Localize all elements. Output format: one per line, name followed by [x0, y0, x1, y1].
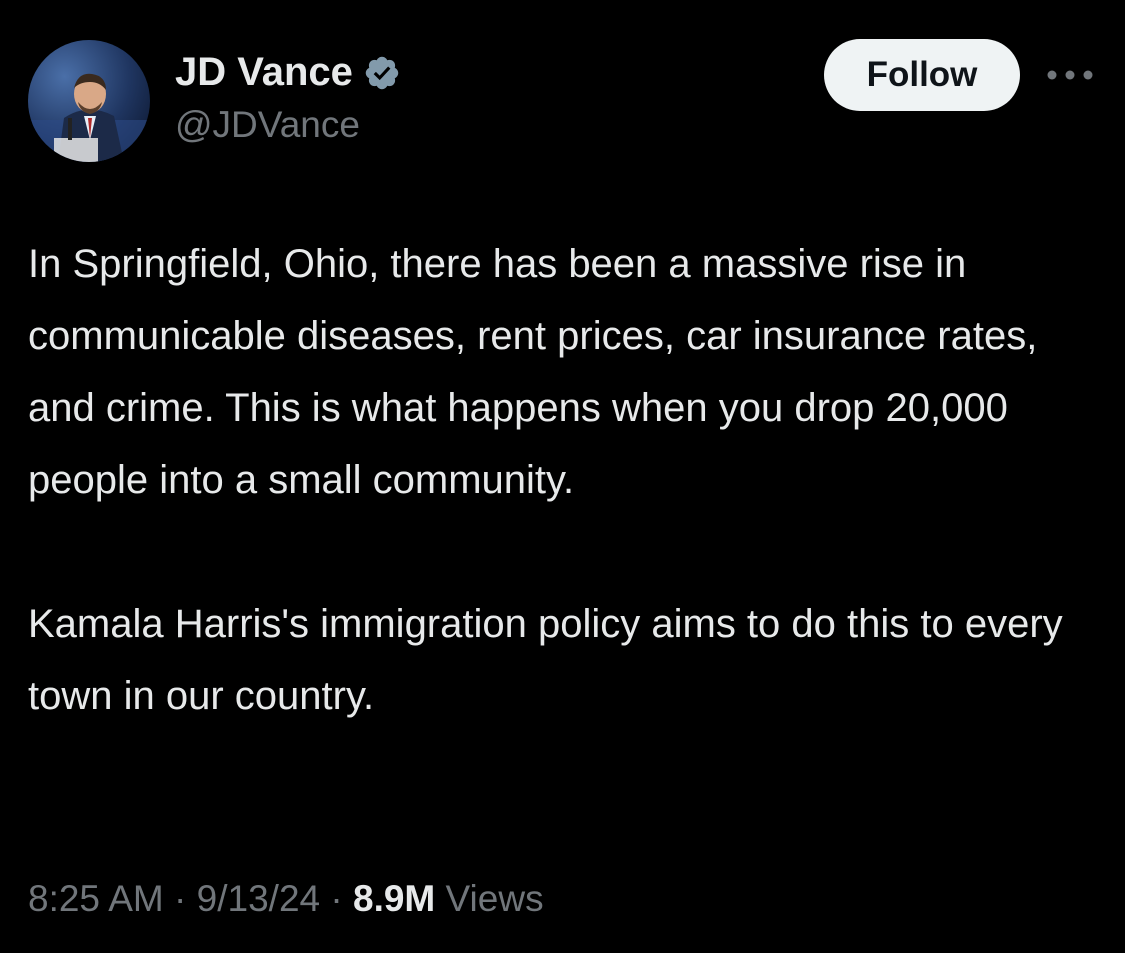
display-name-text: JD Vance [175, 50, 353, 94]
views-count[interactable]: 8.9M [353, 878, 435, 919]
meta-separator: · [330, 878, 343, 919]
more-horizontal-icon[interactable] [1044, 58, 1096, 92]
tweet-meta: 8:25 AM · 9/13/24 · 8.9M Views [28, 878, 544, 920]
avatar[interactable] [28, 40, 150, 162]
follow-button[interactable]: Follow [824, 39, 1020, 111]
verified-badge-icon[interactable] [363, 54, 401, 92]
tweet-date[interactable]: 9/13/24 [197, 878, 320, 919]
avatar-photo [28, 40, 150, 162]
meta-separator: · [174, 878, 187, 919]
tweet-paragraph-1: In Springfield, Ohio, there has been a m… [28, 242, 1038, 502]
display-name[interactable]: JD Vance [175, 50, 401, 95]
tweet-time[interactable]: 8:25 AM [28, 878, 164, 919]
tweet-paragraph-2: Kamala Harris's immigration policy aims … [28, 602, 1063, 718]
author-handle[interactable]: @JDVance [175, 104, 360, 146]
tweet-text: In Springfield, Ohio, there has been a m… [28, 228, 1108, 732]
views-label[interactable]: Views [446, 878, 544, 919]
